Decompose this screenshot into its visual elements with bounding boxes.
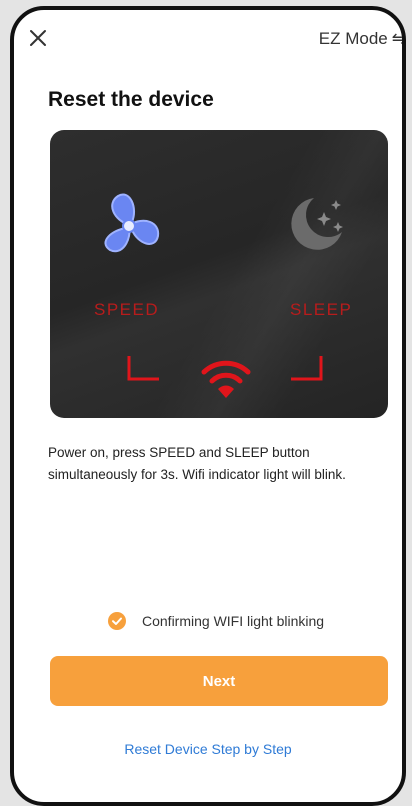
close-icon bbox=[30, 30, 46, 46]
confirm-label: Confirming WIFI light blinking bbox=[142, 613, 325, 629]
ez-mode-switch[interactable]: EZ Mode ⇋ bbox=[318, 28, 406, 50]
fan-icon bbox=[104, 193, 160, 253]
instruction-text: Power on, press SPEED and SLEEP button s… bbox=[48, 445, 346, 482]
moon-stars-icon bbox=[291, 198, 343, 250]
close-button[interactable] bbox=[28, 28, 48, 48]
page-title: Reset the device bbox=[48, 88, 214, 111]
speed-label: SPEED bbox=[94, 300, 160, 319]
bracket-left-icon bbox=[127, 356, 159, 381]
swap-arrows-icon: ⇋ bbox=[391, 29, 406, 48]
wifi-icon bbox=[201, 360, 251, 398]
device-illustration: SPEED SLEEP bbox=[50, 130, 388, 418]
checkmark-icon[interactable] bbox=[108, 612, 126, 630]
bracket-right-icon bbox=[291, 356, 323, 381]
phone-frame: EZ Mode ⇋ Reset the device SPEED SLEEP P… bbox=[10, 6, 406, 806]
reset-step-by-step-link[interactable]: Reset Device Step by Step bbox=[14, 741, 402, 757]
top-bar: EZ Mode ⇋ bbox=[14, 10, 402, 70]
confirm-checkbox[interactable]: Confirming WIFI light blinking bbox=[108, 612, 324, 630]
next-button[interactable]: Next bbox=[50, 656, 388, 706]
sleep-label: SLEEP bbox=[290, 300, 353, 319]
ez-mode-label: EZ Mode bbox=[318, 29, 388, 48]
